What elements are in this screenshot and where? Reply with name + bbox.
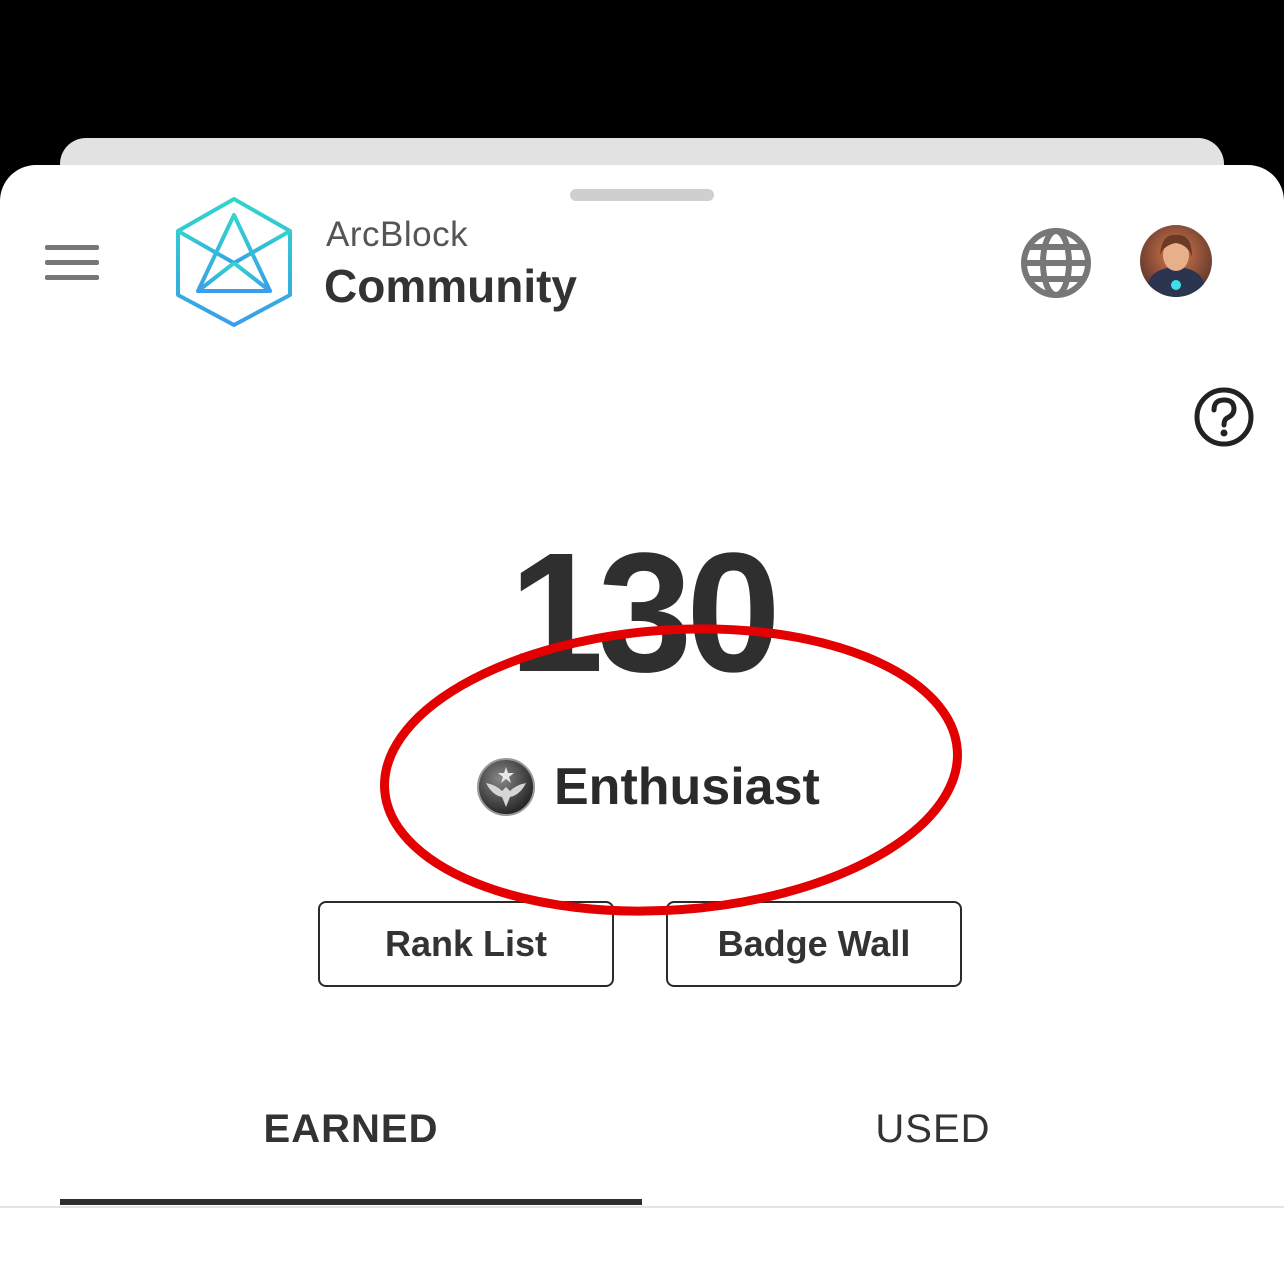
avatar[interactable] — [1140, 225, 1212, 297]
hamburger-menu-icon[interactable] — [40, 241, 104, 285]
badge-wall-button[interactable]: Badge Wall — [666, 901, 962, 987]
points-total: 130 — [509, 518, 781, 708]
drag-handle[interactable] — [570, 189, 714, 201]
globe-icon[interactable] — [1018, 225, 1094, 301]
question-circle-icon[interactable] — [1192, 385, 1256, 449]
tabs-divider — [0, 1206, 1284, 1208]
arcblock-logo-icon — [176, 197, 292, 327]
tab-active-indicator — [60, 1199, 642, 1205]
rank-list-button[interactable]: Rank List — [318, 901, 614, 987]
app-sheet: ArcBlock Community 130 Enthusiast Rank L… — [0, 165, 1284, 1284]
tab-earned[interactable]: EARNED — [60, 1107, 642, 1152]
tab-used[interactable]: USED — [642, 1107, 1224, 1152]
rank-indicator: Enthusiast — [476, 755, 820, 819]
brand-name: ArcBlock — [326, 215, 469, 254]
eagle-badge-icon — [477, 758, 535, 816]
rank-label: Enthusiast — [554, 758, 820, 816]
brand-subtitle: Community — [324, 260, 577, 312]
